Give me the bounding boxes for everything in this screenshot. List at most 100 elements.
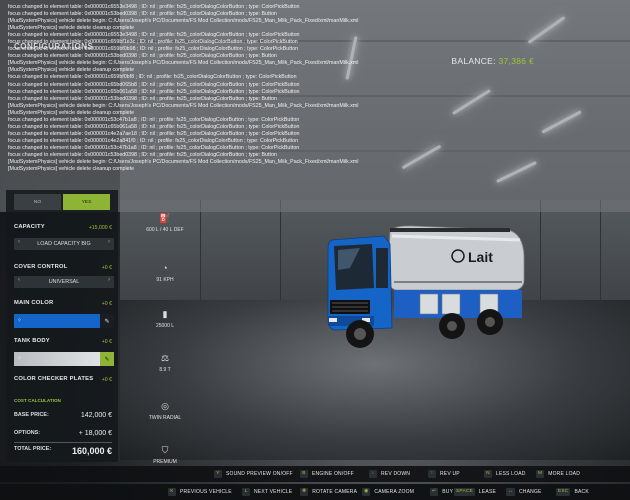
toggle-no-button[interactable]: NO <box>14 194 61 210</box>
nav-previous-vehicle-button[interactable]: K PREVIOUS VEHICLE <box>168 488 232 496</box>
capacity-price: +15,000 € <box>88 225 112 231</box>
tank-body-label: TANK BODY <box>14 338 50 344</box>
base-price-row: BASE PRICE: 142,000 € <box>14 412 112 419</box>
hint-label: REV DOWN <box>381 471 411 477</box>
hint-label: MORE LOAD <box>548 471 581 477</box>
hint-label: ENGINE ON/OFF <box>312 471 355 477</box>
paint-brush-icon[interactable]: ✎ <box>100 314 114 328</box>
hint-engine-on-off[interactable]: B ENGINE ON/OFF <box>300 470 354 478</box>
chevron-left-icon[interactable]: ‹ <box>18 239 20 245</box>
chevron-left-icon[interactable]: ‹ <box>18 277 20 283</box>
balance-display: BALANCE: 37,386 € <box>451 56 534 66</box>
spec-capacity: ▮ 25000 L <box>140 308 190 330</box>
chevron-right-icon[interactable]: › <box>108 277 110 283</box>
total-price-value: 160,000 € <box>71 446 112 456</box>
speedometer-icon: ◔ <box>162 263 168 273</box>
spec-premium: ⛉ PREMIUM <box>140 444 190 466</box>
page-title: CONFIGURATIONS <box>14 42 94 51</box>
spec-premium-text: PREMIUM <box>153 459 177 465</box>
nav-label: NEXT VEHICLE <box>254 489 293 495</box>
console-log-line: focus changed to element table: 0x000001… <box>8 137 299 144</box>
hint-label: LESS LOAD <box>496 471 526 477</box>
color-checker-label: COLOR CHECKER PLATES <box>14 376 94 382</box>
nav-label: LEASE <box>478 489 497 495</box>
tank-body-color-picker[interactable]: ⁘ ✎ <box>14 352 114 366</box>
key-cap: ✥ <box>300 488 309 496</box>
console-log-line: focus changed to element table: 0x000001… <box>8 81 300 88</box>
hint-less-load[interactable]: N LESS LOAD <box>484 470 526 478</box>
hint-sound-preview-on-off[interactable]: Y SOUND PREVIEW ON/OFF <box>214 470 293 478</box>
console-log-line: focus changed to element table: 0x000001… <box>8 116 300 123</box>
nav-next-vehicle-button[interactable]: L NEXT VEHICLE <box>242 488 292 496</box>
key-cap: L <box>242 488 250 496</box>
key-cap: N <box>484 470 492 478</box>
console-log-line: focus changed to element table: 0x000001… <box>8 4 300 10</box>
spec-speed: ◔ 91 KPH <box>140 262 190 283</box>
console-log-line: focus changed to element table: 0x000001… <box>8 123 300 130</box>
base-price-label: BASE PRICE: <box>14 412 49 418</box>
console-log-line: focus changed to element table: 0x000001… <box>8 11 277 18</box>
console-log-line: focus changed to element table: 0x000001… <box>8 151 277 158</box>
nav-label: PREVIOUS VEHICLE <box>180 489 232 495</box>
key-cap: M <box>536 470 545 478</box>
key-cap: ↵ <box>430 488 439 496</box>
console-log-line: focus changed to element table: 0x000001… <box>8 95 277 102</box>
console-log: focus changed to element table: 0x000001… <box>8 4 622 173</box>
nav-back-button[interactable]: ESC BACK <box>556 488 589 496</box>
color-dots-icon: ⁘ <box>17 356 23 362</box>
total-price-label: TOTAL PRICE: <box>14 446 52 452</box>
cover-control-selector[interactable]: ‹ UNIVERSAL › <box>14 276 114 288</box>
main-color-swatch[interactable] <box>14 314 100 328</box>
console-log-line: [MudSystemPhysics] vehicle delete begin:… <box>8 102 359 109</box>
divider <box>14 442 112 443</box>
hint-rev-down[interactable]: ↓ REV DOWN <box>369 470 410 478</box>
capacity-selector[interactable]: ‹ LOAD CAPACITY BIG › <box>14 238 114 250</box>
console-log-line: [MudSystemPhysics] vehicle delete begin:… <box>8 159 359 166</box>
console-log-line: focus changed to element table: 0x000001… <box>8 144 300 151</box>
premium-icon: ⛉ <box>161 444 169 455</box>
main-color-label: MAIN COLOR <box>14 300 54 306</box>
nav-buy-button[interactable]: ↵ BUY <box>430 488 453 496</box>
console-log-line: focus changed to element table: 0x000001… <box>8 39 298 46</box>
hint-label: REV UP <box>440 471 460 477</box>
tank-body-color-swatch[interactable] <box>14 352 100 366</box>
balance-label: BALANCE: <box>451 56 496 66</box>
spec-fuel: ⛽ 600 L / 40 L DEF <box>140 212 190 234</box>
key-cap: ESC <box>556 488 571 496</box>
yes-no-toggle[interactable]: NO YES <box>14 194 110 210</box>
cover-control-value: UNIVERSAL <box>48 279 80 285</box>
hint-more-load[interactable]: M MORE LOAD <box>536 470 580 478</box>
nav-label: BUY <box>442 489 454 495</box>
nav-camera-zoom-button[interactable]: ◉ CAMERA ZOOM <box>362 488 414 496</box>
nav-rotate-camera-button[interactable]: ✥ ROTATE CAMERA <box>300 488 357 496</box>
main-color-price: +0 € <box>101 301 112 307</box>
hint-rev-up[interactable]: ↑ REV UP <box>428 470 460 478</box>
console-log-line: [MudSystemPhysics] vehicle delete cleanu… <box>8 67 135 74</box>
spec-capacity-text: 25000 L <box>155 323 175 329</box>
key-cap: ↔ <box>506 488 515 496</box>
spec-tires-text: TWIN RADIAL <box>148 415 182 421</box>
console-log-line: [MudSystemPhysics] vehicle delete cleanu… <box>8 109 135 116</box>
nav-change-button[interactable]: ↔ CHANGE <box>506 488 542 496</box>
balance-amount: 37,386 € <box>498 56 534 66</box>
navigation-bar: K PREVIOUS VEHICLE L NEXT VEHICLE ✥ ROTATE CA… <box>0 484 630 500</box>
key-cap: Y <box>214 470 222 478</box>
console-log-line: focus changed to element table: 0x000001… <box>8 130 300 137</box>
main-color-picker[interactable]: ⁘ ✎ <box>14 314 114 328</box>
fuel-tank-icon: ⛽ <box>159 212 171 223</box>
capacity-label: CAPACITY <box>14 224 45 230</box>
key-cap: ◉ <box>362 488 371 496</box>
chevron-right-icon[interactable]: › <box>108 239 110 245</box>
milk-truck-preview[interactable]: Lait <box>320 218 530 368</box>
control-hints-bar: Y SOUND PREVIEW ON/OFF B ENGINE ON/OFF ↓ REV … <box>0 466 630 482</box>
spec-weight-text: 8.9 T <box>159 367 171 373</box>
console-log-line: focus changed to element table: 0x000001… <box>8 88 300 95</box>
nav-lease-button[interactable]: SPACE LEASE <box>454 488 496 496</box>
toggle-yes-button[interactable]: YES <box>63 194 110 210</box>
milk-tank-icon: ▮ <box>162 308 168 319</box>
key-cap: SPACE <box>454 488 475 496</box>
nav-label: CHANGE <box>519 489 542 495</box>
paint-brush-icon[interactable]: ✎ <box>100 352 114 366</box>
svg-text:Lait: Lait <box>468 249 493 265</box>
capacity-value: LOAD CAPACITY BIG <box>37 241 91 247</box>
